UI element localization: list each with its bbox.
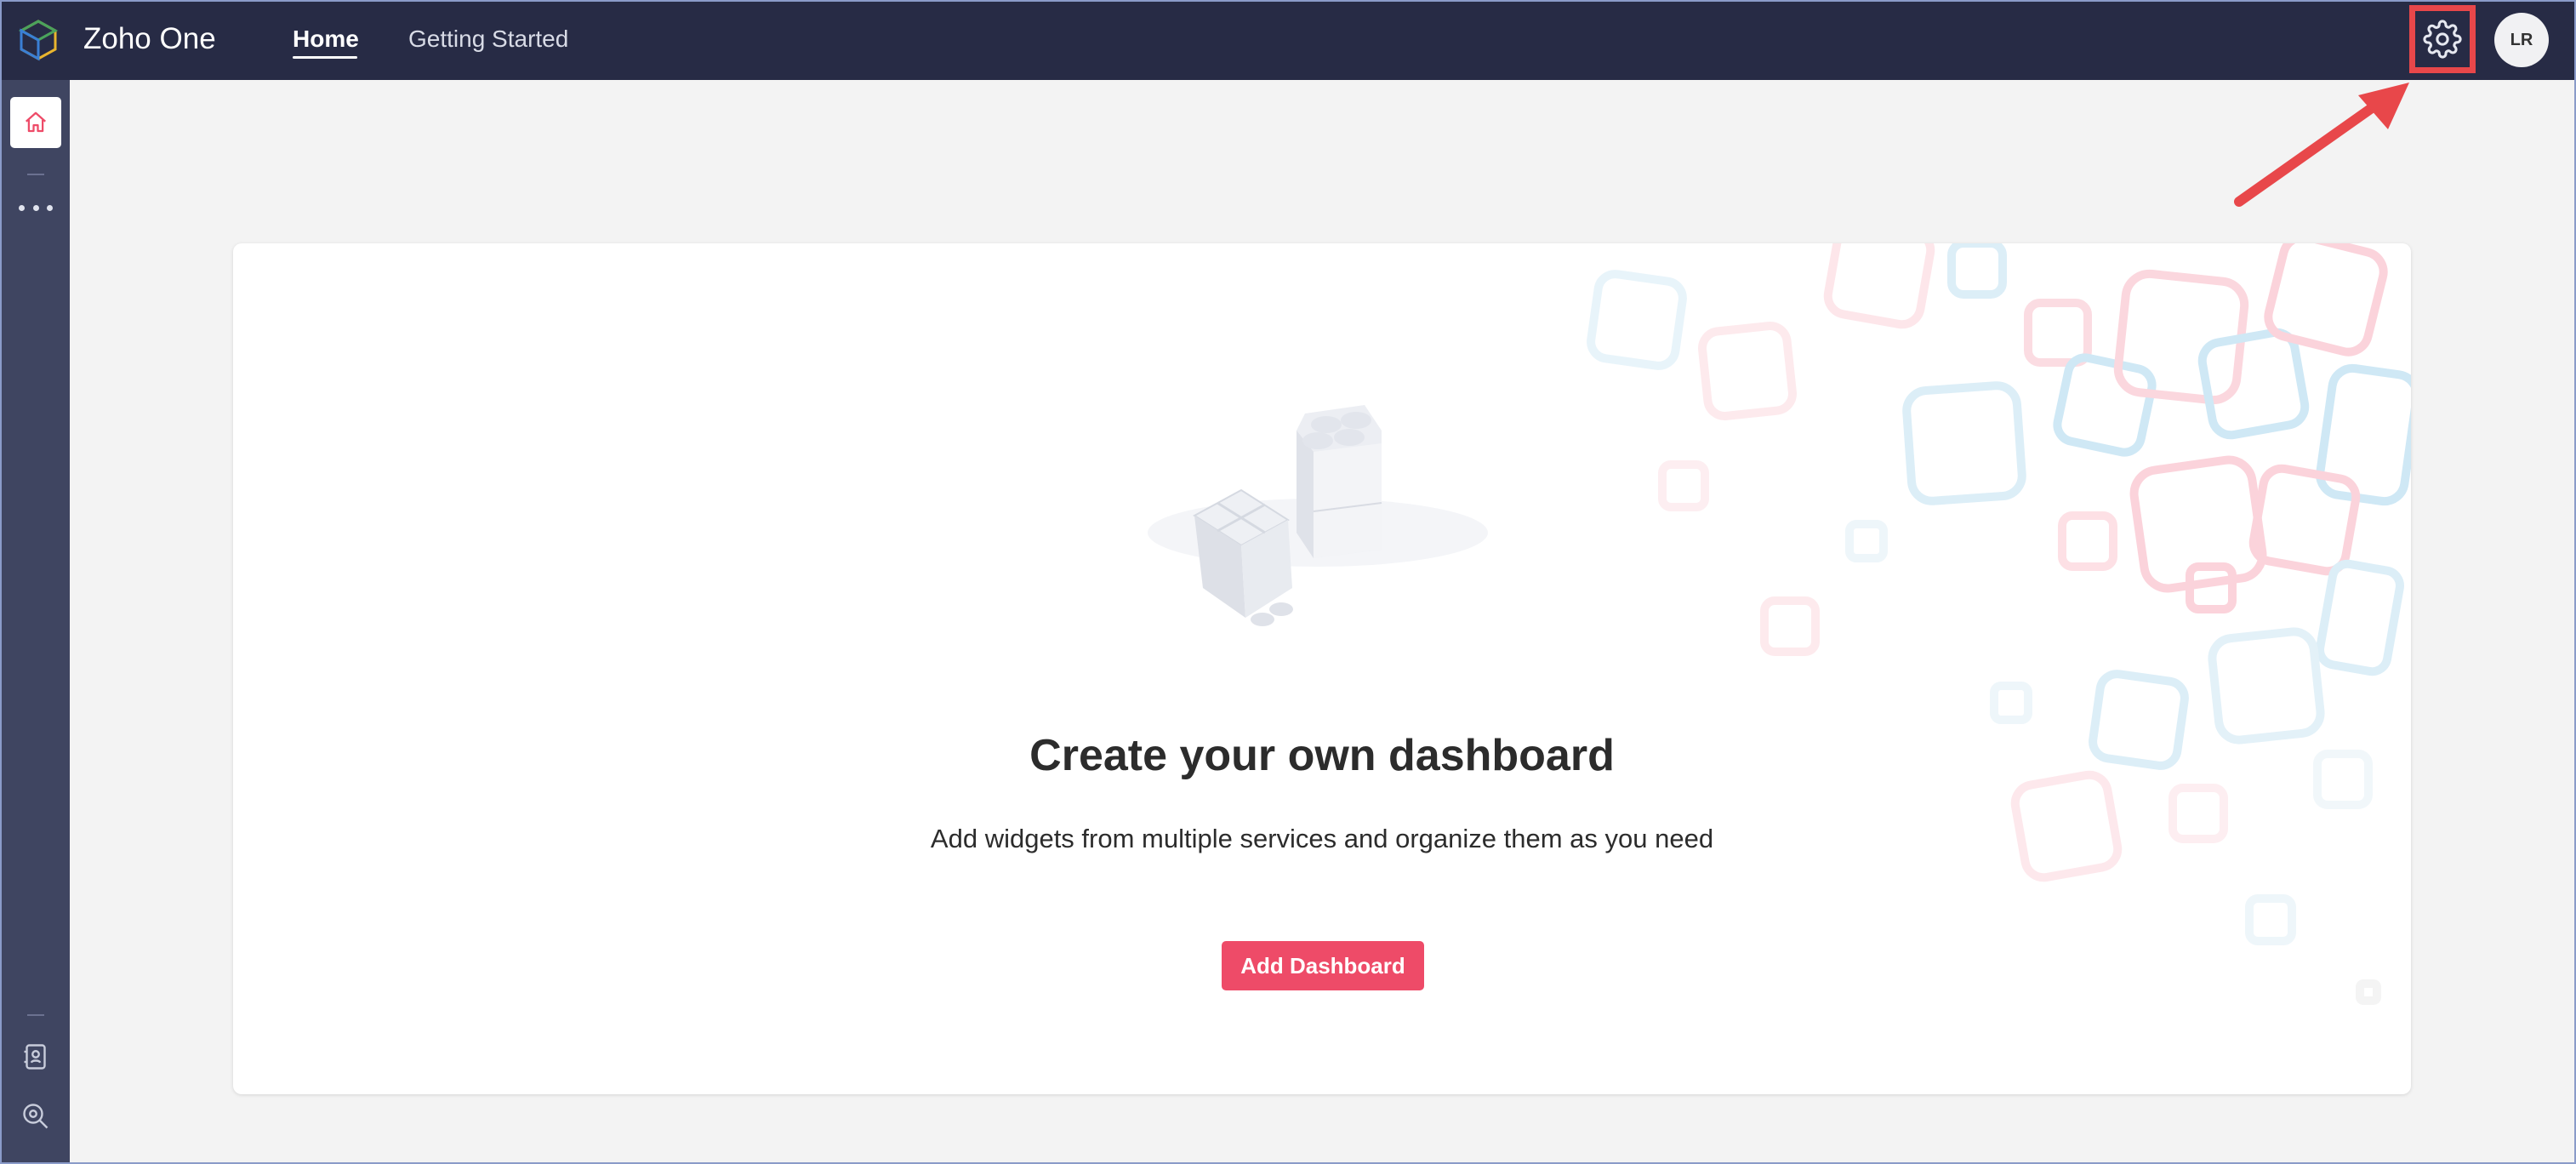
decorative-square-pattern bbox=[1587, 243, 2411, 1005]
empty-state-subtitle: Add widgets from multiple services and o… bbox=[930, 824, 1714, 853]
add-dashboard-button[interactable]: Add Dashboard bbox=[1222, 941, 1424, 990]
user-avatar[interactable]: LR bbox=[2494, 13, 2549, 67]
rail-divider bbox=[27, 1014, 44, 1016]
search-settings-icon[interactable] bbox=[20, 1101, 51, 1132]
more-icon[interactable] bbox=[19, 199, 53, 216]
top-bar: Zoho One Home Getting Started LR bbox=[2, 2, 2574, 80]
contacts-icon[interactable] bbox=[20, 1041, 51, 1072]
tab-getting-started[interactable]: Getting Started bbox=[408, 22, 568, 56]
building-blocks-illustration bbox=[1148, 405, 1488, 626]
gear-icon bbox=[2423, 20, 2462, 59]
dashboard-empty-state-card: Create your own dashboard Add widgets fr… bbox=[233, 243, 2411, 1094]
app-title: Zoho One bbox=[83, 22, 216, 55]
tab-home[interactable]: Home bbox=[293, 22, 359, 56]
empty-state-title: Create your own dashboard bbox=[1029, 731, 1615, 780]
annotation-arrow bbox=[2234, 83, 2409, 207]
app-window: Zoho One Home Getting Started LR Create … bbox=[0, 0, 2576, 1164]
home-icon bbox=[26, 111, 46, 133]
sidebar-item-home[interactable] bbox=[10, 97, 61, 148]
side-rail bbox=[2, 80, 70, 1162]
settings-button[interactable] bbox=[2409, 5, 2476, 73]
active-tab-indicator bbox=[293, 56, 357, 59]
rail-divider bbox=[27, 174, 44, 175]
zoho-one-logo[interactable] bbox=[17, 19, 60, 61]
